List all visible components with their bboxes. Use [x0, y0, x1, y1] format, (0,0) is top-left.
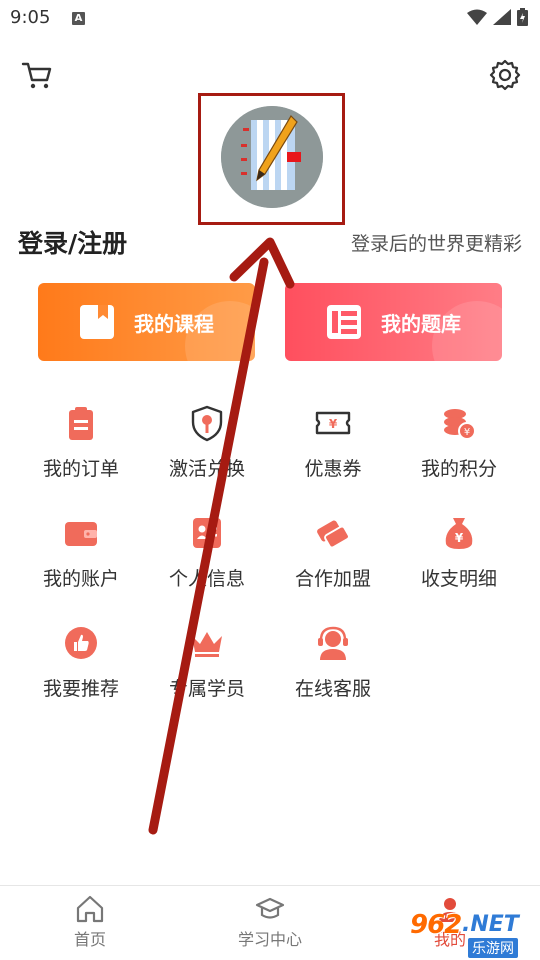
menu-item-profile-info[interactable]: 个人信息 — [144, 510, 270, 610]
menu-label: 我要推荐 — [42, 678, 119, 700]
status-time: 9:05 — [10, 7, 51, 28]
menu-item-recommend[interactable]: 我要推荐 — [18, 620, 144, 720]
battery-icon — [517, 8, 528, 26]
menu-label: 合作加盟 — [294, 568, 371, 590]
avatar[interactable] — [221, 106, 323, 208]
tab-label: 学习中心 — [237, 930, 302, 949]
svg-text:¥: ¥ — [464, 427, 470, 438]
thumbs-up-icon — [65, 627, 97, 659]
a-badge-icon: A — [72, 12, 85, 25]
menu-label: 个人信息 — [168, 568, 245, 590]
menu-item-income-expense[interactable]: ¥ 收支明细 — [396, 510, 522, 610]
handshake-icon — [317, 520, 350, 549]
gear-icon[interactable] — [488, 58, 522, 92]
menu-label: 我的积分 — [420, 458, 497, 480]
watermark-site-name: 乐游网 — [468, 938, 518, 958]
ticket-icon: ¥ — [315, 411, 351, 435]
menu-item-partnership[interactable]: 合作加盟 — [270, 510, 396, 610]
id-card-icon — [193, 518, 221, 548]
crown-icon — [192, 632, 222, 657]
login-register-link[interactable]: 登录/注册 — [18, 224, 127, 260]
site-watermark: 962 .NET 乐游网 — [402, 908, 534, 958]
tab-study-center[interactable]: 学习中心 — [210, 894, 330, 950]
watermark-net: .NET — [462, 912, 519, 937]
my-courses-button[interactable]: 我的课程 — [38, 283, 255, 361]
watermark-number: 962 — [410, 910, 462, 940]
menu-item-coupons[interactable]: ¥ 优惠券 — [270, 400, 396, 500]
graduation-cap-icon — [255, 897, 285, 919]
menu-label: 专属学员 — [168, 678, 245, 700]
menu-label: 我的订单 — [42, 458, 119, 480]
clipboard-icon — [69, 407, 93, 440]
signal-icon — [493, 9, 511, 25]
menu-item-activate-redeem[interactable]: 激活兑换 — [144, 400, 270, 500]
wifi-icon — [467, 9, 487, 25]
menu-item-exclusive-students[interactable]: 专属学员 — [144, 620, 270, 720]
status-bar: 9:05 A — [0, 0, 540, 36]
status-icons — [467, 8, 528, 26]
list-icon — [327, 305, 361, 339]
coins-icon: ¥ — [444, 409, 476, 440]
menu-label: 在线客服 — [294, 678, 371, 700]
money-bag-icon: ¥ — [445, 518, 473, 549]
menu-label: 优惠券 — [304, 458, 362, 480]
tab-home[interactable]: 首页 — [30, 894, 150, 950]
tab-label: 首页 — [73, 930, 106, 949]
menu-item-online-service[interactable]: 在线客服 — [270, 620, 396, 720]
notebook-pencil-icon — [221, 106, 323, 208]
menu-item-orders[interactable]: 我的订单 — [18, 400, 144, 500]
menu-item-account[interactable]: 我的账户 — [18, 510, 144, 610]
menu-item-points[interactable]: ¥ 我的积分 — [396, 400, 522, 500]
menu-label: 激活兑换 — [168, 458, 245, 480]
book-icon — [80, 305, 114, 339]
cart-icon[interactable] — [20, 58, 54, 92]
avatar-highlight-frame — [198, 93, 345, 225]
menu-label: 我的账户 — [42, 568, 119, 590]
menu-label: 收支明细 — [420, 568, 497, 590]
svg-text:¥: ¥ — [329, 417, 338, 431]
svg-text:¥: ¥ — [455, 531, 464, 545]
wallet-icon — [65, 522, 97, 546]
login-subtitle: 登录后的世界更精彩 — [350, 233, 522, 255]
headset-icon — [318, 626, 348, 660]
home-icon — [76, 895, 104, 923]
my-question-bank-button[interactable]: 我的题库 — [285, 283, 502, 361]
key-shield-icon — [191, 405, 223, 442]
